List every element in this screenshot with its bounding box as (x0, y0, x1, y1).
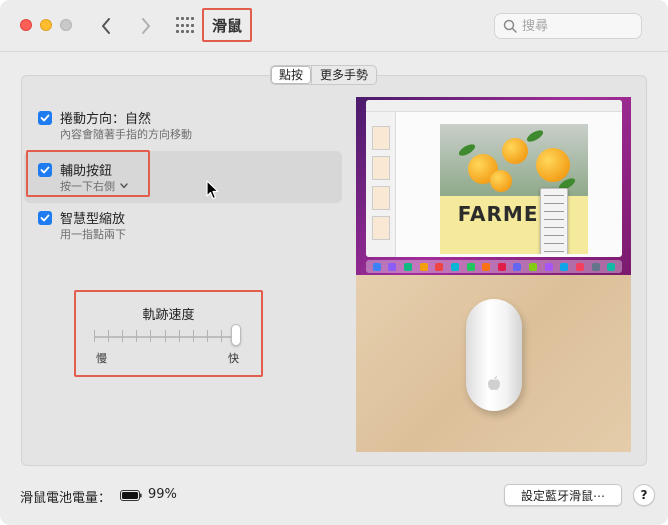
battery-icon (120, 490, 142, 501)
tracking-speed-slider-knob[interactable] (231, 324, 241, 346)
preview-dock (366, 260, 622, 273)
battery-percent: 99% (148, 487, 177, 502)
search-input[interactable] (522, 18, 632, 34)
mouse-pointer-icon (206, 180, 219, 200)
setup-bluetooth-mouse-button[interactable]: 設定藍牙滑鼠⋯ (504, 484, 622, 506)
checkmark-icon (40, 214, 50, 222)
secondary-click-annotation (26, 150, 150, 197)
tab-bar: 點按 更多手勢 (270, 65, 378, 85)
window-title-annotation: 滑鼠 (202, 8, 252, 42)
smart-zoom-checkbox[interactable] (38, 211, 52, 225)
show-all-grid-icon[interactable] (176, 17, 194, 35)
smart-zoom-label: 智慧型縮放 (60, 212, 126, 227)
help-button[interactable]: ? (633, 484, 655, 506)
scroll-direction-label: 捲動方向：自然 (60, 112, 152, 127)
search-field[interactable] (494, 13, 642, 39)
checkmark-icon (40, 114, 50, 122)
search-icon (503, 19, 517, 33)
preview-screen: FARMERS (356, 97, 631, 275)
chevron-right-icon (142, 18, 150, 34)
window-title: 滑鼠 (211, 16, 242, 35)
tracking-speed-label: 軌跡速度 (142, 308, 195, 323)
back-button[interactable] (96, 14, 116, 38)
fast-label: 快 (228, 352, 239, 365)
title-bar: 滑鼠 (0, 0, 668, 52)
tab-point-click[interactable]: 點按 (271, 66, 312, 84)
smart-zoom-description: 用一指點兩下 (60, 228, 126, 241)
preview-document: FARMERS (440, 124, 588, 254)
close-window-button[interactable] (20, 19, 32, 31)
slow-label: 慢 (96, 352, 107, 365)
preview-desk (356, 275, 631, 452)
tracking-speed-group: 軌跡速度 慢 快 (74, 290, 263, 377)
chevron-left-icon (102, 18, 110, 34)
battery-level-label: 滑鼠電池電量： (20, 491, 112, 506)
forward-button[interactable] (136, 14, 156, 38)
zoom-window-button[interactable] (60, 19, 72, 31)
scroll-direction-description: 內容會隨著手指的方向移動 (60, 128, 192, 141)
gesture-preview: FARMERS (356, 97, 631, 452)
scroll-direction-checkbox[interactable] (38, 111, 52, 125)
minimize-window-button[interactable] (40, 19, 52, 31)
tab-more-gestures[interactable]: 更多手勢 (312, 66, 376, 84)
apple-logo-icon (488, 376, 500, 391)
preview-context-menu (540, 188, 568, 254)
magic-mouse-image (466, 299, 522, 411)
preferences-window: 滑鼠 點按 更多手勢 捲動方向：自然 內容會隨著手指的方向移動 輔助按鈕 按一下… (0, 0, 668, 525)
preview-app-window: FARMERS (366, 100, 622, 257)
